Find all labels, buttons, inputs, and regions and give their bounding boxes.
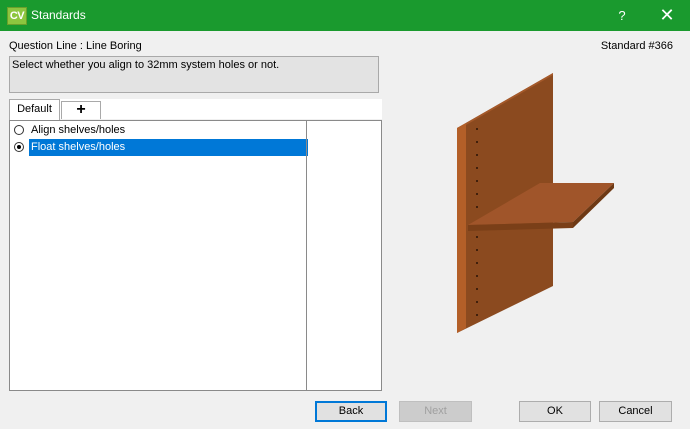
title-bar: CV Standards ? ✕ [0, 0, 690, 31]
tab-strip: Default + [9, 99, 382, 120]
options-list: Align shelves/holes Float shelves/holes [9, 120, 382, 391]
close-button[interactable]: ✕ [644, 0, 690, 31]
next-button[interactable]: Next [399, 401, 472, 422]
dialog-body: Question Line : Line Boring Standard #36… [0, 31, 690, 429]
cancel-button[interactable]: Cancel [599, 401, 672, 422]
back-button[interactable]: Back [315, 401, 387, 422]
option-label: Align shelves/holes [31, 124, 126, 136]
option-align-shelves[interactable]: Align shelves/holes [10, 122, 306, 139]
app-logo-icon: CV [7, 7, 27, 25]
list-divider [306, 121, 307, 390]
help-button[interactable]: ? [600, 0, 644, 31]
ok-button[interactable]: OK [519, 401, 591, 422]
option-float-shelves[interactable]: Float shelves/holes [10, 139, 308, 156]
question-line-label: Question Line : Line Boring [9, 40, 142, 52]
standard-number-label: Standard #366 [600, 40, 673, 52]
description-box: Select whether you align to 32mm system … [9, 56, 379, 93]
tab-default[interactable]: Default [9, 99, 60, 120]
shelf-preview-image [457, 73, 614, 333]
side-panel-edge [457, 123, 466, 333]
radio-button-icon[interactable] [14, 125, 24, 135]
add-tab-button[interactable]: + [61, 101, 101, 119]
window-title: Standards [31, 8, 86, 22]
radio-button-checked-icon[interactable] [14, 142, 24, 152]
option-label: Float shelves/holes [29, 139, 308, 156]
